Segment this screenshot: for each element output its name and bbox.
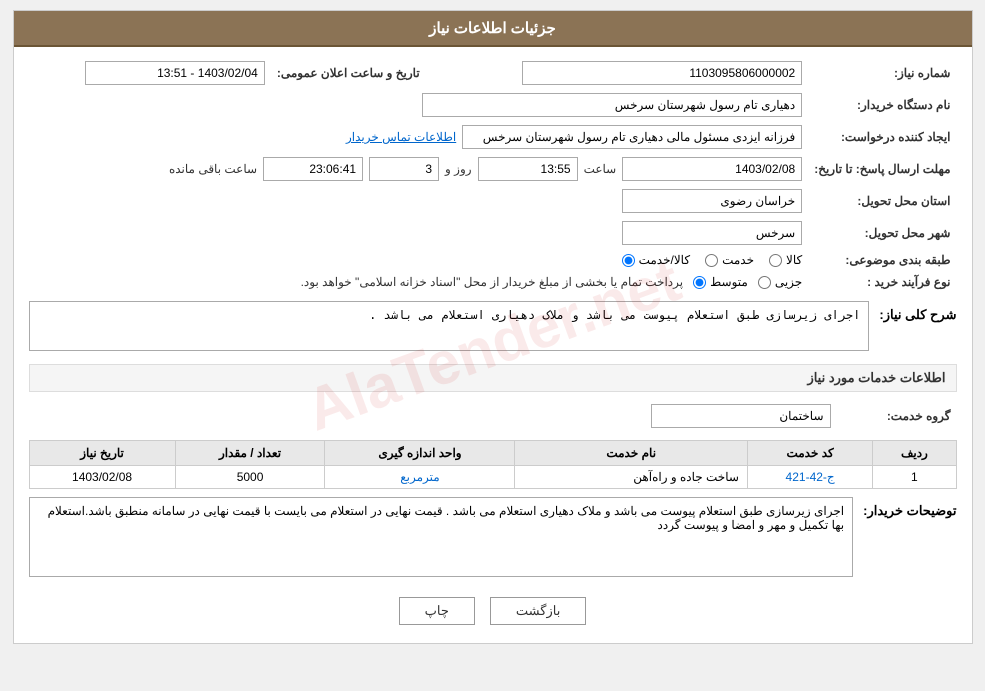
service-group-table: گروه خدمت:	[29, 400, 957, 432]
category-radio-kala-input[interactable]	[769, 254, 782, 267]
page-header: جزئیات اطلاعات نیاز	[14, 11, 972, 47]
announce-date-label: تاریخ و ساعت اعلان عمومی:	[271, 57, 440, 89]
print-button[interactable]: چاپ	[399, 597, 475, 625]
content-area: AlaTender.net شماره نیاز: تاریخ و ساعت ا…	[14, 47, 972, 643]
buyer-name-input[interactable]	[422, 93, 802, 117]
cell-quantity: 5000	[175, 466, 325, 489]
reply-days-input[interactable]	[369, 157, 439, 181]
process-label: نوع فرآیند خرید :	[808, 271, 956, 293]
back-button[interactable]: بازگشت	[490, 597, 586, 625]
col-name: نام خدمت	[515, 441, 747, 466]
process-label-jozi: جزیی	[775, 275, 802, 289]
remaining-input[interactable]	[263, 157, 363, 181]
reply-date-input[interactable]	[622, 157, 802, 181]
announce-date-value	[29, 57, 271, 89]
province-label: استان محل تحویل:	[808, 185, 956, 217]
category-label-kala: کالا	[786, 253, 802, 267]
buyer-desc-label: توضیحات خریدار:	[863, 497, 956, 519]
process-note: پرداخت تمام یا بخشی از مبلغ خریدار از مح…	[301, 275, 684, 289]
category-label-khedmat: خدمت	[722, 253, 754, 267]
province-value	[29, 185, 809, 217]
category-radio-khedmat[interactable]: خدمت	[705, 253, 754, 267]
remaining-label: ساعت باقی مانده	[169, 162, 257, 176]
header-title: جزئیات اطلاعات نیاز	[429, 20, 556, 37]
reply-time-input[interactable]	[478, 157, 578, 181]
cell-name: ساخت جاده و راه‌آهن	[515, 466, 747, 489]
buyer-desc-section: توضیحات خریدار: اجرای زیرسازی طبق استعلا…	[29, 497, 957, 577]
cell-code: ج-42-421	[747, 466, 872, 489]
main-container: جزئیات اطلاعات نیاز AlaTender.net شماره …	[13, 10, 973, 644]
cell-row-num: 1	[873, 466, 956, 489]
category-label: طبقه بندی موضوعی:	[808, 249, 956, 271]
category-label-kala-khedmat: کالا/خدمت	[639, 253, 690, 267]
announce-date-input[interactable]	[85, 61, 265, 85]
creator-contact-link[interactable]: اطلاعات تماس خریدار	[346, 130, 456, 144]
category-radio-khedmat-input[interactable]	[705, 254, 718, 267]
process-radio-motavasset[interactable]: متوسط	[693, 275, 748, 289]
cell-date: 1403/02/08	[29, 466, 175, 489]
city-value	[29, 217, 809, 249]
reply-date-label: مهلت ارسال پاسخ: تا تاریخ:	[808, 153, 956, 185]
table-row: 1 ج-42-421 ساخت جاده و راه‌آهن مترمربع 5…	[29, 466, 956, 489]
description-textarea[interactable]: اجرای زیرسازی طبق استعلام پیوست می باشد …	[29, 301, 870, 351]
col-unit: واحد اندازه گیری	[325, 441, 515, 466]
description-label: شرح کلی نیاز:	[879, 301, 956, 323]
button-row: بازگشت چاپ	[29, 585, 957, 633]
service-group-input[interactable]	[651, 404, 831, 428]
buyer-desc-box: اجرای زیرسازی طبق استعلام پیوست می باشد …	[29, 497, 854, 577]
creator-input[interactable]	[462, 125, 802, 149]
buyer-name-value	[29, 89, 809, 121]
service-group-label: گروه خدمت:	[837, 400, 957, 432]
process-row: جزیی متوسط پرداخت تمام یا بخشی از مبلغ خ…	[29, 271, 809, 293]
need-number-input[interactable]	[522, 61, 802, 85]
need-number-label: شماره نیاز:	[808, 57, 956, 89]
info-table: شماره نیاز: تاریخ و ساعت اعلان عمومی: نا…	[29, 57, 957, 293]
services-section-title: اطلاعات خدمات مورد نیاز	[29, 364, 957, 392]
service-data-table: ردیف کد خدمت نام خدمت واحد اندازه گیری ت…	[29, 440, 957, 489]
reply-date-row: ساعت روز و ساعت باقی مانده	[29, 153, 809, 185]
description-container: اجرای زیرسازی طبق استعلام پیوست می باشد …	[29, 301, 870, 354]
province-input[interactable]	[622, 189, 802, 213]
category-options: کالا خدمت کالا/خدمت	[29, 249, 809, 271]
col-code: کد خدمت	[747, 441, 872, 466]
city-input[interactable]	[622, 221, 802, 245]
service-group-value	[29, 400, 837, 432]
description-section: شرح کلی نیاز: اجرای زیرسازی طبق استعلام …	[29, 301, 957, 354]
col-quantity: تعداد / مقدار	[175, 441, 325, 466]
process-radio-jozi[interactable]: جزیی	[758, 275, 802, 289]
category-radio-kala-khedmat-input[interactable]	[622, 254, 635, 267]
process-radio-jozi-input[interactable]	[758, 276, 771, 289]
buyer-name-label: نام دستگاه خریدار:	[808, 89, 956, 121]
process-radio-motavasset-input[interactable]	[693, 276, 706, 289]
city-label: شهر محل تحویل:	[808, 217, 956, 249]
reply-days-label: روز و	[445, 162, 472, 176]
category-radio-kala[interactable]: کالا	[769, 253, 802, 267]
need-number-value	[440, 57, 809, 89]
buyer-desc-container: اجرای زیرسازی طبق استعلام پیوست می باشد …	[29, 497, 854, 577]
category-radio-kala-khedmat[interactable]: کالا/خدمت	[622, 253, 690, 267]
cell-unit: مترمربع	[325, 466, 515, 489]
creator-label: ایجاد کننده درخواست:	[808, 121, 956, 153]
col-date: تاریخ نیاز	[29, 441, 175, 466]
col-row-num: ردیف	[873, 441, 956, 466]
creator-value: اطلاعات تماس خریدار	[29, 121, 809, 153]
reply-time-label: ساعت	[584, 162, 617, 176]
process-label-motavasset: متوسط	[710, 275, 748, 289]
